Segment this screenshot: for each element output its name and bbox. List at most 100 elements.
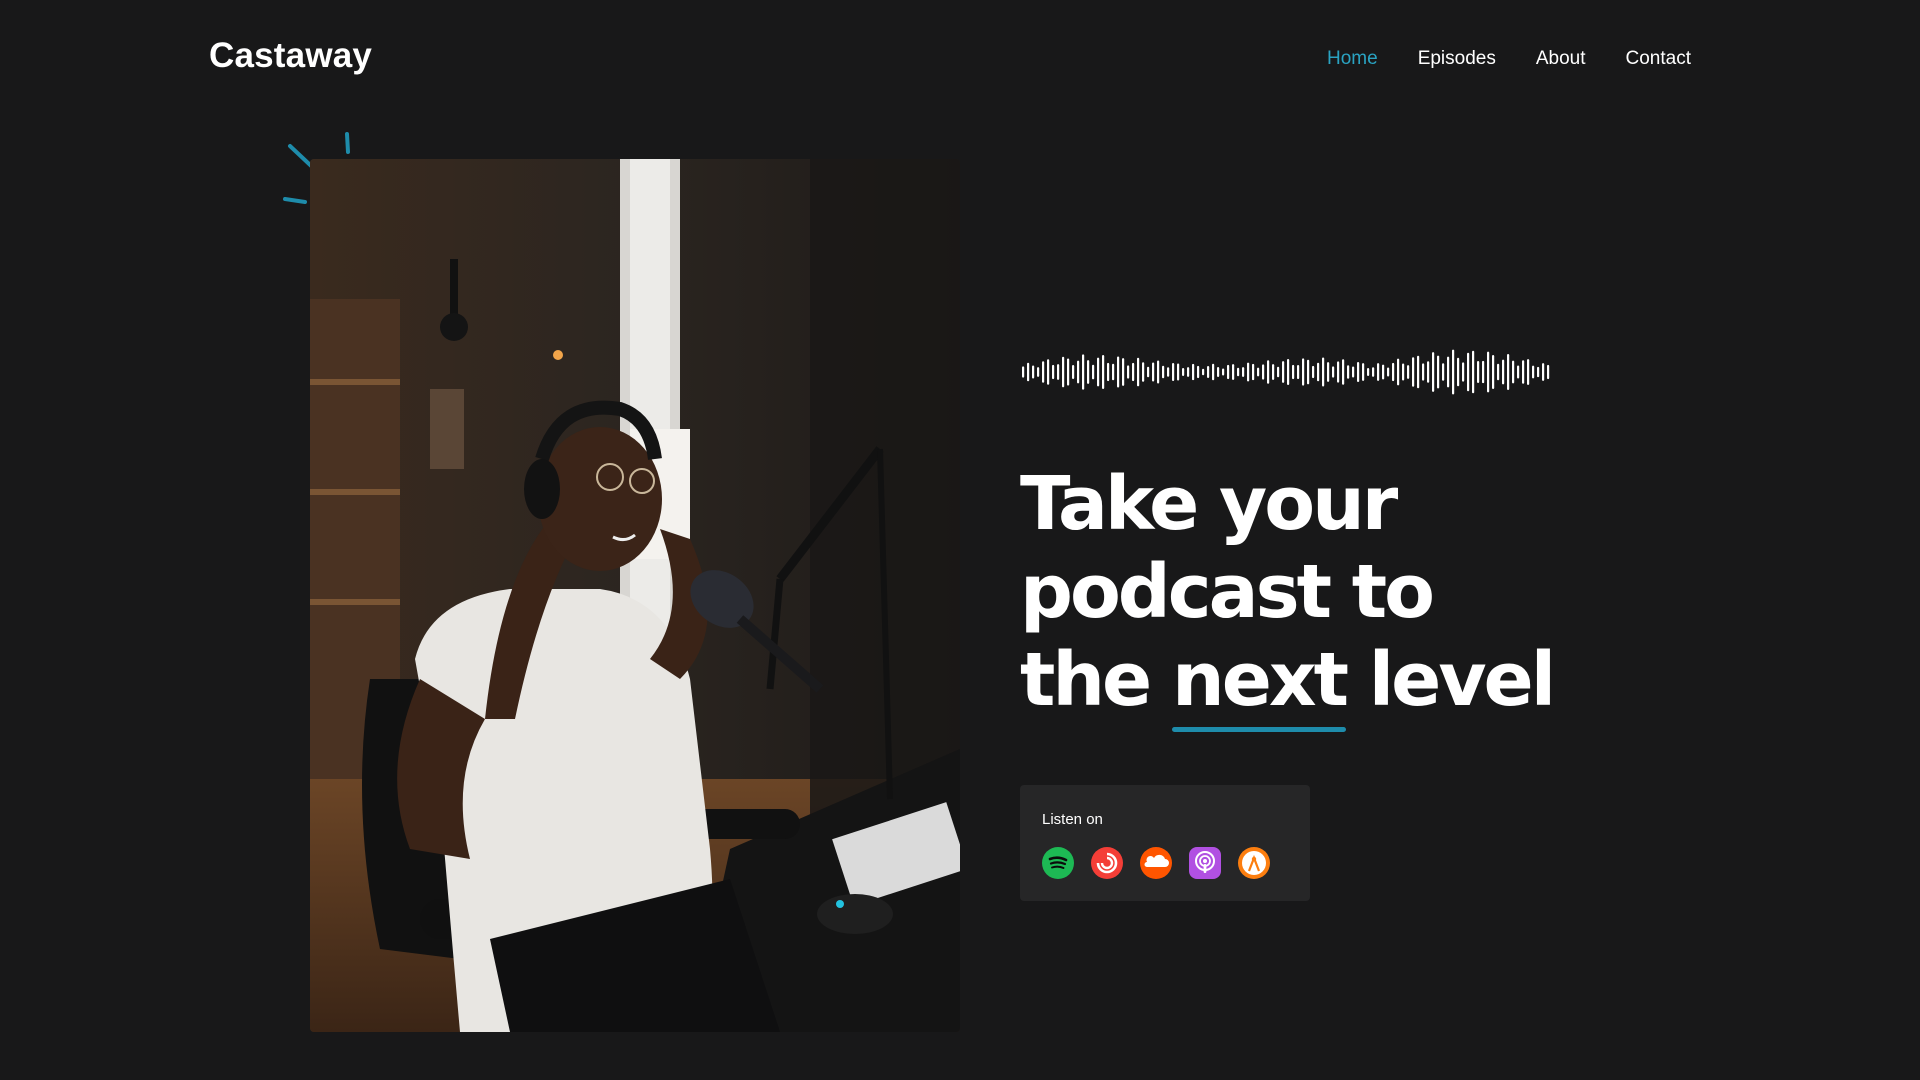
soundcloud-icon[interactable] [1140,847,1172,879]
waveform-bar [1502,359,1505,385]
waveform-bar [1177,363,1180,381]
waveform-bar [1097,357,1100,387]
brand-logo[interactable]: Castaway [209,36,372,76]
headline-line-3: the next level [1020,636,1556,732]
apple-podcasts-icon[interactable] [1189,847,1221,879]
waveform-bar [1472,350,1475,394]
waveform-bar [1397,358,1400,386]
waveform-bar [1457,357,1460,387]
waveform-bar [1527,359,1530,385]
waveform-bar [1407,365,1410,379]
waveform-bar [1232,364,1235,380]
podcaster-illustration [310,159,960,1032]
waveform-bar [1312,365,1315,379]
waveform-bar [1167,367,1170,377]
nav-home[interactable]: Home [1327,48,1378,70]
waveform-bar [1047,359,1050,385]
waveform-bar [1547,364,1550,380]
waveform-bar [1227,364,1230,380]
waveform-bar [1342,359,1345,385]
headline-line-2: podcast to [1020,549,1435,635]
waveform-bar [1277,366,1280,378]
nav-about[interactable]: About [1536,48,1586,70]
waveform-bar [1072,364,1075,380]
waveform-bar [1147,366,1150,378]
waveform-bar [1067,358,1070,386]
waveform-bar [1297,364,1300,380]
waveform-bar [1212,363,1215,381]
hero-photo [310,159,960,1032]
waveform-bar [1287,359,1290,385]
headline-word-the: the [1020,637,1152,723]
waveform-bar [1082,354,1085,390]
waveform-bar [1372,367,1375,377]
platform-list [1042,847,1270,879]
waveform-bar [1352,366,1355,378]
waveform-bar [1347,365,1350,379]
listen-on-label: Listen on [1042,811,1103,828]
waveform-bar [1052,364,1055,380]
waveform-bar [1432,352,1435,392]
waveform-bar [1467,352,1470,392]
waveform-bar [1127,365,1130,379]
waveform-bar [1027,362,1030,382]
nav-episodes[interactable]: Episodes [1418,48,1496,70]
site-header: Castaway Home Episodes About Contact [0,0,1920,120]
waveform-bar [1512,360,1515,384]
headline-word-level: level [1368,637,1556,723]
waveform-bar [1217,367,1220,377]
headline-highlight-next: next [1172,637,1349,732]
waveform-bar [1482,360,1485,384]
waveform-bar [1452,349,1455,395]
waveform-bar [1357,361,1360,383]
waveform-bar [1202,368,1205,376]
waveform-bar [1242,367,1245,377]
waveform-bar [1412,357,1415,387]
waveform-bar [1532,365,1535,379]
waveform-bar [1422,363,1425,381]
waveform-bar [1477,361,1480,383]
waveform-bar [1157,360,1160,384]
waveform-bar [1182,367,1185,377]
overcast-icon[interactable] [1238,847,1270,879]
audio-waveform [1022,349,1550,395]
waveform-bar [1487,351,1490,393]
waveform-bar [1122,358,1125,386]
waveform-bar [1492,355,1495,389]
waveform-bar [1087,360,1090,384]
waveform-bar [1437,355,1440,389]
waveform-bar [1362,363,1365,381]
waveform-bar [1237,367,1240,377]
waveform-bar [1322,357,1325,387]
headline-line-1: Take your [1020,461,1398,547]
waveform-bar [1442,363,1445,381]
waveform-bar [1402,363,1405,381]
listen-on-card: Listen on [1020,785,1310,901]
pocket-casts-icon[interactable] [1091,847,1123,879]
waveform-bar [1142,362,1145,382]
waveform-bar [1222,368,1225,376]
waveform-bar [1302,358,1305,386]
waveform-bar [1522,360,1525,384]
waveform-bar [1247,362,1250,382]
waveform-bar [1367,367,1370,377]
waveform-bar [1092,364,1095,380]
waveform-bar [1042,361,1045,383]
waveform-bar [1392,362,1395,382]
waveform-bar [1462,362,1465,382]
waveform-bar [1057,364,1060,380]
waveform-bar [1117,356,1120,388]
waveform-bar [1497,363,1500,381]
main-nav: Home Episodes About Contact [1327,48,1691,70]
waveform-bar [1197,365,1200,379]
nav-contact[interactable]: Contact [1626,48,1691,70]
waveform-bar [1377,363,1380,381]
waveform-bar [1292,364,1295,380]
waveform-bar [1307,359,1310,385]
waveform-bar [1382,364,1385,380]
waveform-bar [1077,360,1080,384]
spotify-icon[interactable] [1042,847,1074,879]
waveform-bar [1507,354,1510,390]
waveform-bar [1537,366,1540,378]
waveform-bar [1032,365,1035,379]
